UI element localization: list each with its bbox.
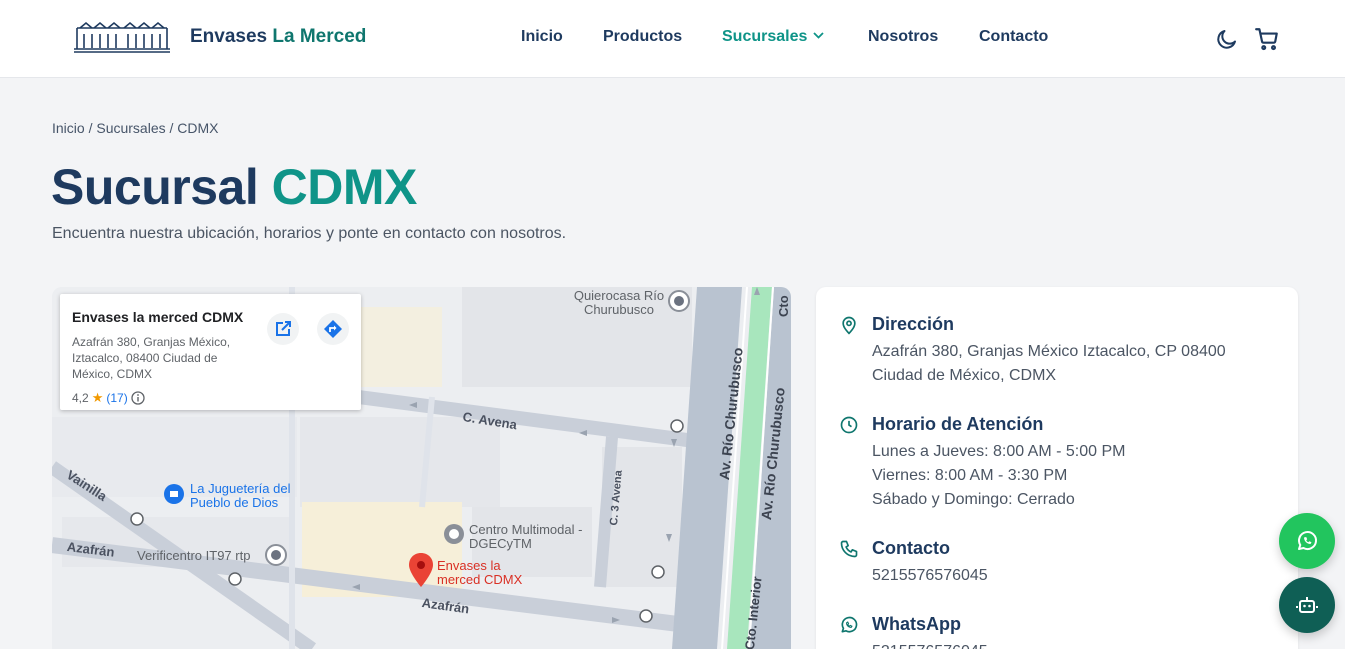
horario-line: Lunes a Jueves: 8:00 AM - 5:00 PM (872, 443, 1126, 460)
nav-nosotros[interactable]: Nosotros (868, 28, 938, 46)
brand-name[interactable]: Envases La Merced (190, 26, 366, 48)
brand-accent: La Merced (272, 26, 367, 47)
horario-title: Horario de Atención (872, 414, 1044, 434)
breadcrumb-current: CDMX (177, 120, 219, 136)
page-subtitle: Encuentra nuestra ubicación, horarios y … (52, 225, 567, 242)
breadcrumb-separator: / (165, 120, 178, 136)
external-link-icon (276, 321, 291, 336)
map-street-cto: Cto (776, 295, 791, 317)
horario-line: Viernes: 8:00 AM - 3:30 PM (872, 467, 1068, 484)
map-label-verificentro: Verificentro IT97 rtp (137, 548, 251, 563)
nav-sucursales[interactable]: Sucursales (722, 28, 825, 46)
direccion-title: Dirección (872, 314, 955, 334)
horario-line: Sábado y Domingo: Cerrado (872, 491, 1075, 508)
branch-info-card: Dirección Azafrán 380, Granjas México Iz… (816, 287, 1298, 649)
whatsapp-lines: 5215576576045 (872, 640, 988, 649)
contacto-title: Contacto (872, 538, 950, 558)
robot-icon (1296, 597, 1318, 613)
logo[interactable] (72, 20, 172, 54)
map-label-envases: Envases la merced CDMX (437, 558, 523, 587)
directions-icon (324, 320, 342, 338)
whatsapp-title: WhatsApp (872, 614, 961, 634)
brand-main: Envases (190, 26, 273, 47)
map-label-centro: Centro Multimodal - DGECyTM (469, 522, 583, 551)
map-place-card: Envases la merced CDMX Azafrán 380, Gran… (60, 294, 361, 410)
site-header: Envases La Merced Inicio Productos Sucur… (0, 0, 1345, 78)
breadcrumb-sucursales[interactable]: Sucursales (96, 120, 165, 136)
map-place-rating: 4,2 ★ (17) (72, 390, 145, 406)
whatsapp-icon (838, 614, 860, 636)
page-title-accent: CDMX (271, 159, 418, 215)
reviews-link[interactable]: (17) (106, 391, 127, 405)
direccion-line: Azafrán 380, Granjas México Iztacalco, C… (872, 343, 1226, 360)
breadcrumb: Inicio / Sucursales / CDMX (52, 120, 219, 136)
nav-sucursales-label: Sucursales (722, 28, 808, 45)
moon-icon[interactable] (1214, 26, 1240, 52)
clock-icon (838, 414, 860, 436)
whatsapp-fab-button[interactable] (1279, 513, 1335, 569)
open-in-maps-button[interactable] (267, 313, 299, 345)
chevron-down-icon (813, 32, 825, 39)
map-place-address: Azafrán 380, Granjas México, Iztacalco, … (72, 335, 231, 381)
direccion-line: Ciudad de México, CDMX (872, 367, 1057, 384)
nav-productos[interactable]: Productos (603, 28, 682, 46)
map-label-quierocasa: Quierocasa Río Churubusco (573, 288, 665, 317)
breadcrumb-separator: / (84, 120, 97, 136)
map-place-title[interactable]: Envases la merced CDMX (72, 309, 243, 325)
contacto-lines: 5215576576045 (872, 564, 988, 588)
rating-value: 4,2 (72, 391, 89, 405)
nav-contacto[interactable]: Contacto (979, 28, 1048, 46)
page-title-main: Sucursal (51, 159, 272, 215)
nav-inicio[interactable]: Inicio (521, 28, 563, 46)
chatbot-fab-button[interactable] (1279, 577, 1335, 633)
whatsapp-number[interactable]: 5215576576045 (872, 640, 988, 649)
building-icon (74, 21, 170, 53)
contacto-phone[interactable]: 5215576576045 (872, 564, 988, 588)
whatsapp-icon (1298, 531, 1317, 550)
map-pin-icon (838, 314, 860, 336)
star-icon: ★ (91, 390, 104, 405)
info-icon[interactable] (131, 391, 145, 405)
direccion-lines: Azafrán 380, Granjas México Iztacalco, C… (872, 340, 1226, 388)
horario-lines: Lunes a Jueves: 8:00 AM - 5:00 PM Vierne… (872, 440, 1125, 512)
phone-icon (838, 538, 860, 560)
map-label-jugueteria: La Juguetería del Pueblo de Dios (190, 481, 291, 510)
cart-icon[interactable] (1254, 26, 1280, 52)
directions-button[interactable] (317, 313, 349, 345)
breadcrumb-inicio[interactable]: Inicio (52, 120, 85, 136)
page-title: Sucursal CDMX (51, 158, 417, 216)
google-map[interactable]: Quierocasa Río Churubusco La Juguetería … (52, 287, 791, 649)
